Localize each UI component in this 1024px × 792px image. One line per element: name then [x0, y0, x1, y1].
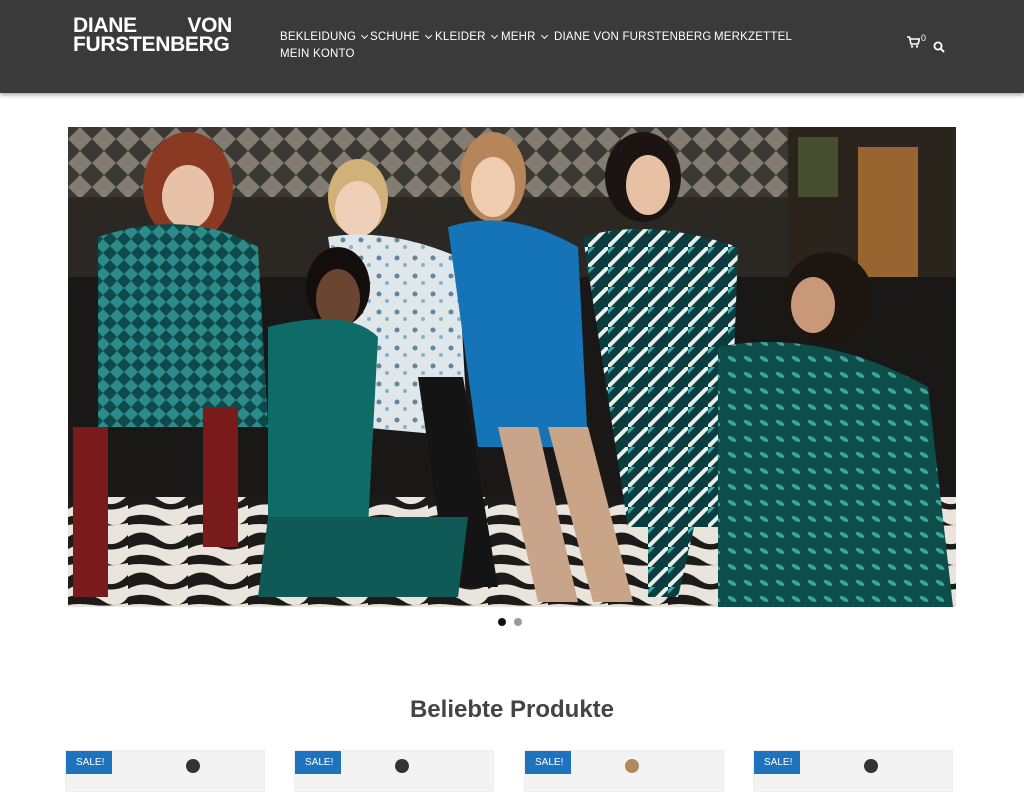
hero-slider-image[interactable] — [68, 127, 956, 607]
nav-item-mein-konto[interactable]: MEIN KONTO — [280, 48, 355, 60]
search-icon — [933, 41, 945, 53]
search-button[interactable] — [933, 40, 945, 58]
product-card[interactable]: SALE! — [524, 750, 724, 792]
section-title-popular-products: Beliebte Produkte — [409, 695, 615, 723]
sale-badge: SALE! — [754, 751, 801, 774]
shopping-cart-icon — [907, 36, 920, 48]
slider-dot-2[interactable] — [514, 618, 522, 626]
chevron-down-icon — [424, 31, 432, 39]
sale-badge: SALE! — [66, 751, 113, 774]
site-header: DIANE VON FURSTENBERG BEKLEIDUNG SCHUHE K… — [0, 0, 1024, 93]
nav-item-label: MEIN KONTO — [280, 48, 355, 60]
nav-item-kleider[interactable]: KLEIDER — [435, 31, 498, 43]
product-thumbnail — [395, 759, 409, 773]
product-card[interactable]: SALE! — [753, 750, 953, 792]
nav-item-label: BEKLEIDUNG — [280, 31, 357, 43]
chevron-down-icon — [361, 31, 369, 39]
cart-count-badge: 0 — [921, 33, 927, 43]
hero-photo-fashion-models — [68, 127, 956, 607]
nav-item-bekleidung[interactable]: BEKLEIDUNG — [280, 31, 369, 43]
nav-item-mehr[interactable]: MEHR — [501, 31, 548, 43]
nav-item-label: DIANE VON FURSTENBERG — [554, 31, 712, 43]
nav-item-schuhe[interactable]: SCHUHE — [370, 31, 432, 43]
nav-item-label: KLEIDER — [435, 31, 486, 43]
nav-item-label: MEHR — [501, 31, 536, 43]
product-thumbnail — [625, 759, 639, 773]
chevron-down-icon — [490, 31, 498, 39]
nav-item-diane-von-furstenberg[interactable]: DIANE VON FURSTENBERG — [554, 31, 712, 43]
product-card[interactable]: SALE! — [65, 750, 265, 792]
slider-dot-1[interactable] — [498, 618, 506, 626]
product-thumbnail — [864, 759, 878, 773]
product-card[interactable]: SALE! — [294, 750, 494, 792]
chevron-down-icon — [540, 31, 548, 39]
slider-pagination — [498, 618, 522, 626]
cart-button[interactable]: 0 — [907, 33, 927, 48]
sale-badge: SALE! — [295, 751, 342, 774]
sale-badge: SALE! — [525, 751, 572, 774]
nav-item-label: SCHUHE — [370, 31, 420, 43]
brand-logo-word-furstenberg: FURSTENBERG — [73, 33, 230, 56]
brand-logo[interactable]: DIANE VON FURSTENBERG — [73, 15, 233, 56]
nav-item-merkzettel[interactable]: MERKZETTEL — [714, 31, 792, 43]
nav-item-label: MERKZETTEL — [714, 31, 793, 43]
product-thumbnail — [186, 759, 200, 773]
